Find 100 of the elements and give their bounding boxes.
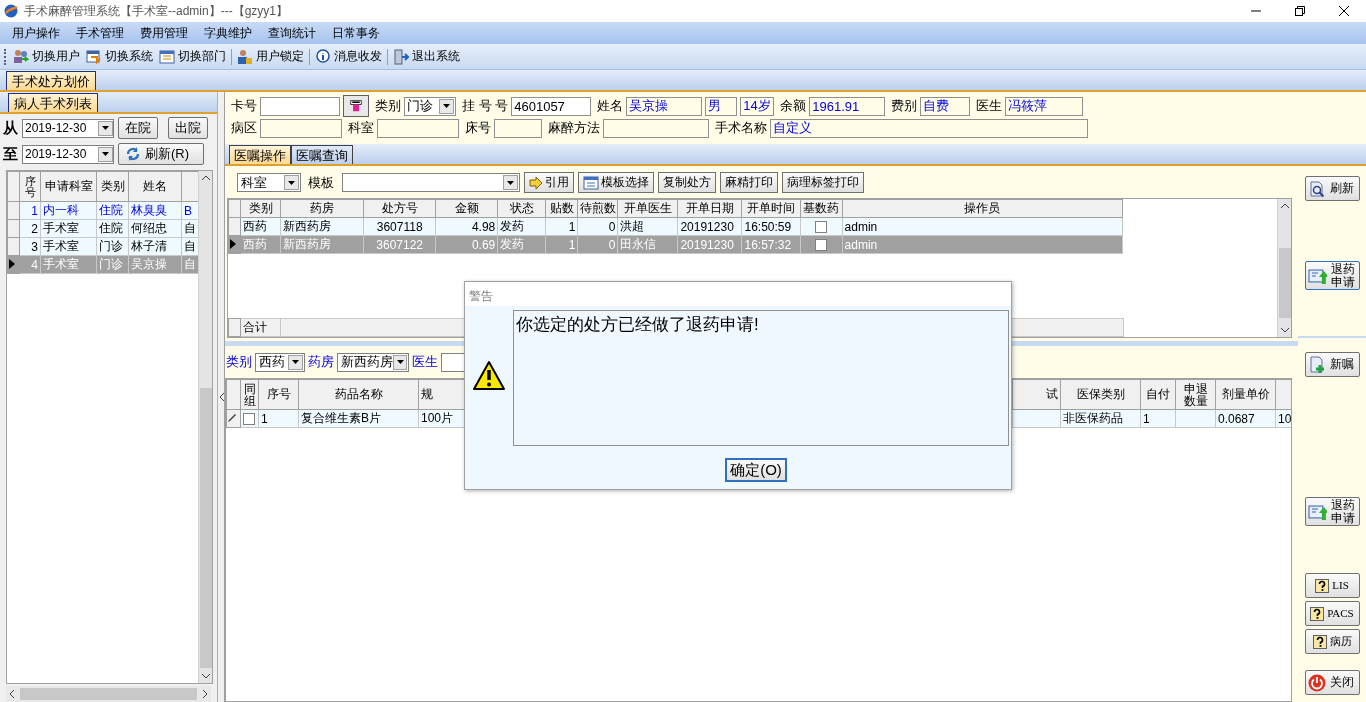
discharged-button[interactable]: 出院 [168, 117, 208, 139]
warning-icon [472, 360, 506, 392]
user-lock-icon [237, 48, 253, 65]
column-header: 处方号 [363, 199, 436, 218]
column-header: 申请科室 [40, 171, 97, 202]
ok-button[interactable]: 确定(O) [725, 458, 787, 482]
column-header: 自付 [1140, 379, 1176, 410]
dialog-message: 你选定的处方已经做了退药申请! [513, 310, 1009, 446]
column-header: 序号 [258, 379, 299, 410]
refund-request-button[interactable]: 退药申请 [1304, 497, 1360, 526]
scrollbar-thumb[interactable] [199, 388, 212, 668]
calendar-icon [159, 48, 175, 65]
checkbox[interactable] [815, 221, 828, 234]
from-label: 从 [3, 118, 18, 138]
restore-icon[interactable] [1295, 6, 1305, 16]
refresh-button[interactable]: 刷新 [1304, 176, 1360, 201]
field-label: 费别 [891, 97, 918, 115]
close-icon[interactable] [1339, 6, 1349, 16]
select-field[interactable]: 门诊 [404, 96, 456, 116]
tab[interactable]: 医嘱查询 [291, 145, 353, 164]
info-field: 1961.91 [809, 96, 886, 116]
menu-item[interactable]: 字典维护 [196, 24, 260, 42]
card-reader-button[interactable] [343, 95, 369, 117]
toolbar-button[interactable]: 切换用户 [10, 46, 83, 67]
toolbar-button[interactable]: 模板选择 [578, 172, 654, 193]
scrollbar-thumb[interactable] [1278, 248, 1291, 318]
row-pointer-icon [8, 258, 16, 269]
field-label: 病区 [231, 119, 257, 137]
column-header: 类别 [96, 171, 129, 202]
toolbar-button[interactable]: 复制处方 [658, 172, 716, 193]
refresh-icon [125, 146, 141, 162]
new-order-button[interactable]: 新嘱 [1304, 352, 1360, 377]
row-pointer-icon [229, 238, 237, 249]
date-picker[interactable]: 2019-12-30 [22, 118, 114, 138]
scroll-down-icon[interactable] [1280, 328, 1289, 333]
template-select[interactable] [342, 173, 520, 192]
menu-item[interactable]: 费用管理 [132, 24, 196, 42]
menu-item[interactable]: 手术管理 [68, 24, 132, 42]
column-header: 姓名 [128, 171, 182, 202]
checkbox[interactable] [243, 413, 255, 426]
scroll-left-icon[interactable] [9, 690, 14, 698]
scroll-down-icon[interactable] [201, 674, 210, 679]
toolbar-button[interactable]: 消息收发 [312, 46, 385, 67]
search-icon [1308, 179, 1327, 198]
toolbar-button[interactable]: 退出系统 [390, 46, 463, 67]
scroll-up-icon[interactable] [1280, 203, 1289, 208]
tab[interactable]: 病人手术列表 [8, 93, 98, 112]
tab[interactable]: 手术处方划价 [6, 71, 96, 90]
toolbar-button[interactable]: 切换部门 [156, 46, 229, 67]
info-field: 自定义 [770, 118, 1088, 138]
column-header: 状态 [497, 199, 546, 218]
menu-item[interactable]: 日常事务 [324, 24, 388, 42]
column-header: 操作员 [842, 199, 1123, 218]
pharmacy-select[interactable]: 新西药房 [337, 352, 409, 372]
info-field: 14岁 [740, 96, 775, 116]
close-button[interactable]: 关闭 [1304, 670, 1360, 695]
in-hospital-button[interactable]: 在院 [118, 117, 158, 139]
doctor-label: 医生 [412, 353, 438, 371]
help-button[interactable]: LIS [1304, 573, 1360, 598]
window-title: 手术麻醉管理系统【手术室--admin】---【gzyy1】 [24, 2, 288, 20]
input-field[interactable] [260, 96, 340, 116]
column-header: 药品名称 [298, 379, 419, 410]
scrollbar-thumb[interactable] [20, 688, 197, 700]
checkbox[interactable] [815, 239, 828, 252]
help-icon [1310, 606, 1325, 621]
toolbar-button[interactable]: 麻精打印 [720, 172, 778, 193]
column-header: 剂量单价 [1215, 379, 1276, 410]
menu-item[interactable]: 用户操作 [4, 24, 68, 42]
dialog-title: 警告 [465, 282, 1011, 306]
help-icon [1315, 578, 1330, 593]
type-select[interactable]: 西药 [255, 352, 305, 372]
department-select[interactable]: 科室 [237, 173, 301, 192]
pencil-icon [227, 412, 237, 423]
users-icon [13, 48, 29, 65]
refund-request-button[interactable]: 退药申请 [1304, 261, 1360, 290]
app-logo-icon [4, 4, 18, 18]
date-picker[interactable]: 2019-12-30 [22, 144, 114, 164]
info-field: 冯筱萍 [1005, 96, 1084, 116]
input-field[interactable]: 4601057 [511, 96, 592, 116]
toolbar-button[interactable]: 引用 [524, 172, 574, 193]
help-icon [1312, 634, 1327, 649]
toolbar-button[interactable]: 切换系统 [83, 46, 156, 67]
column-header: 申退数量 [1175, 379, 1216, 410]
info-field: 自费 [920, 96, 971, 116]
collapse-icon[interactable] [218, 393, 224, 401]
field-label: 姓名 [597, 97, 624, 115]
upload-icon [1307, 502, 1328, 521]
scroll-right-icon[interactable] [203, 690, 208, 698]
toolbar-button[interactable]: 用户锁定 [234, 46, 307, 67]
field-label: 科室 [348, 119, 374, 137]
tab[interactable]: 医嘱操作 [229, 145, 291, 164]
toolbar-button[interactable]: 病理标签打印 [782, 172, 864, 193]
help-button[interactable]: PACS [1304, 601, 1360, 626]
upload-icon [1307, 266, 1328, 285]
arrow-icon [529, 175, 543, 190]
help-button[interactable]: 病历 [1304, 629, 1360, 654]
power-icon [1308, 673, 1327, 692]
scroll-up-icon[interactable] [201, 175, 210, 180]
refresh-button[interactable]: 刷新(R) [118, 143, 204, 165]
menu-item[interactable]: 查询统计 [260, 24, 324, 42]
